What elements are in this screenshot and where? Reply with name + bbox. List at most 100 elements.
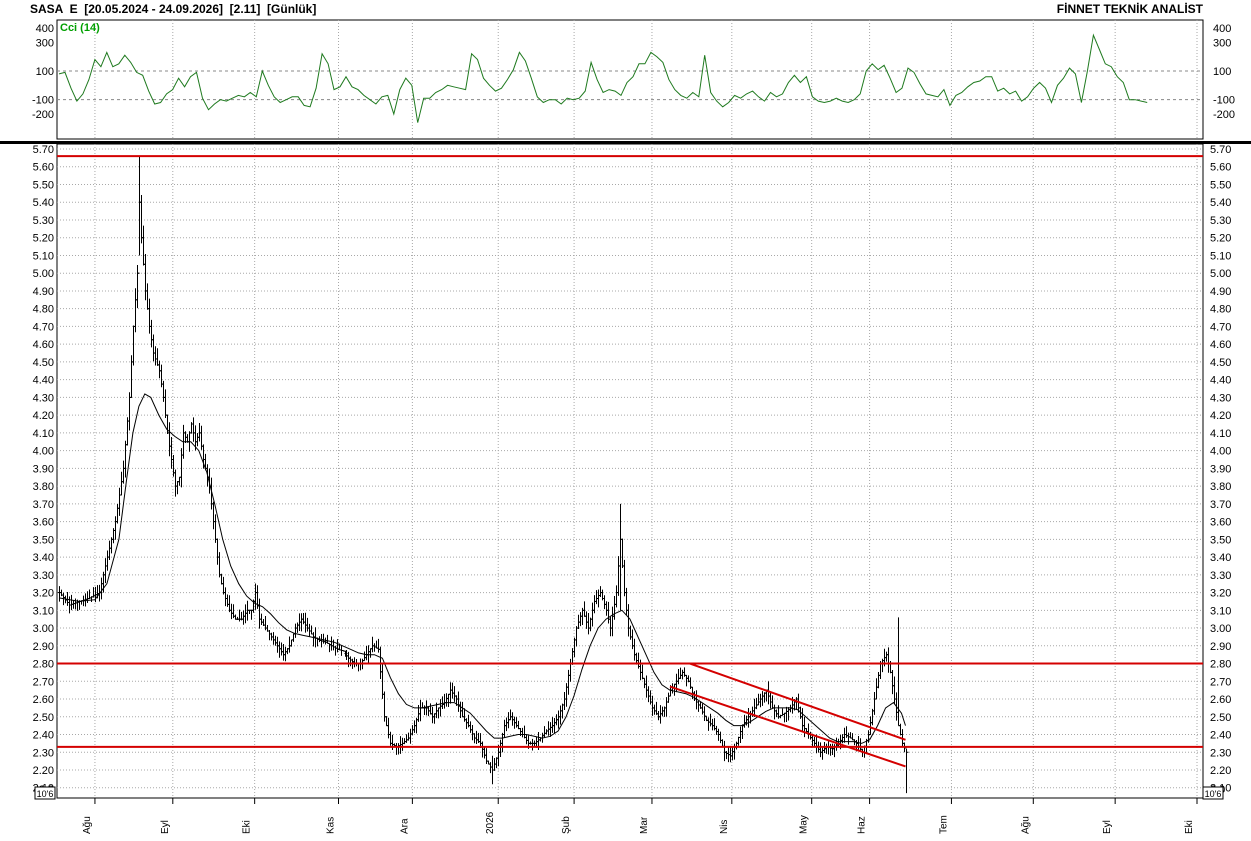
price-tick-label-right: 4.70: [1210, 321, 1231, 333]
trend-channel-line: [689, 662, 906, 741]
price-tick-label-right: 5.10: [1210, 250, 1231, 262]
price-tick-label-left: 2.40: [33, 730, 54, 742]
price-tick-label-left: 5.10: [33, 250, 54, 262]
price-tick-label-right: 3.90: [1210, 463, 1231, 475]
price-tick-label-left: 3.50: [33, 534, 54, 546]
price-tick-label-left: 5.40: [33, 197, 54, 209]
price-tick-label-right: 3.60: [1210, 517, 1231, 529]
price-tick-label-right: 5.70: [1210, 144, 1231, 156]
provider-name: FİNNET TEKNİK ANALİST: [1056, 2, 1203, 16]
cci-line: [58, 33, 1148, 123]
cci-tick-label-left: -200: [32, 109, 54, 121]
price-tick-label-left: 5.60: [33, 162, 54, 174]
x-tick-label: Ağu: [1020, 816, 1031, 834]
x-tick-label: Eyl: [1102, 820, 1113, 834]
price-tick-label-right: 5.50: [1210, 179, 1231, 191]
price-tick-label-right: 5.60: [1210, 162, 1231, 174]
price-tick-label-right: 3.40: [1210, 552, 1231, 564]
cci-tick-label-right: 400: [1213, 23, 1231, 35]
price-tick-label-right: 2.60: [1210, 694, 1231, 706]
price-tick-label-right: 3.10: [1210, 605, 1231, 617]
price-tick-label-right: 4.50: [1210, 357, 1231, 369]
price-tick-label-right: 4.40: [1210, 375, 1231, 387]
cci-tick-label-left: 400: [36, 23, 54, 35]
cci-tick-label-right: -200: [1213, 109, 1235, 121]
price-frame: [56, 143, 1204, 799]
price-tick-label-left: 4.00: [33, 446, 54, 458]
cci-ticks-right: 400 300 100 -100 -200: [1213, 23, 1235, 121]
price-tick-label-left: 2.80: [33, 659, 54, 671]
x-tick-label: Eki: [242, 820, 253, 834]
price-tick-label-right: 5.40: [1210, 197, 1231, 209]
price-tick-label-left: 4.10: [33, 428, 54, 440]
moving-average-line: [58, 393, 906, 744]
price-tick-label-left: 3.60: [33, 517, 54, 529]
price-tick-label-left: 3.20: [33, 588, 54, 600]
price-tick-label-right: 4.20: [1210, 410, 1231, 422]
price-tick-label-right: 3.30: [1210, 570, 1231, 582]
price-panel: 5.70 5.60 5.50 5.40 5.30 5.20 5.10 5.00 4.90 4.80…: [33, 143, 1231, 834]
price-tick-label-right: 4.30: [1210, 392, 1231, 404]
price-tick-label-left: 4.20: [33, 410, 54, 422]
price-tick-label-left: 3.10: [33, 605, 54, 617]
price-horizontal-grid: [57, 148, 1203, 789]
price-tick-label-left: 2.30: [33, 747, 54, 759]
cci-ticks-left: 400 300 100 -100 -200: [32, 23, 54, 121]
price-tick-label-left: 3.90: [33, 463, 54, 475]
cci-tick-label-left: 300: [36, 37, 54, 49]
cci-panel: 400 300 100 -100 -200 400 300 100 -100 -200 Cci …: [32, 19, 1235, 140]
price-tick-label-right: 5.20: [1210, 233, 1231, 245]
price-tick-label-right: 4.90: [1210, 286, 1231, 298]
corner-tags: 10'6 10'6: [34, 786, 1224, 800]
price-tick-label-right: 3.80: [1210, 481, 1231, 493]
x-tick-label: Mar: [639, 816, 650, 834]
price-ticks-left: 5.70 5.60 5.50 5.40 5.30 5.20 5.10 5.00 4.90 4.80…: [33, 144, 54, 796]
price-tick-label-left: 3.00: [33, 623, 54, 635]
cci-tick-label-right: 300: [1213, 37, 1231, 49]
cci-tick-label-right: 100: [1213, 66, 1231, 78]
corner-tag-label: 10'6: [37, 789, 54, 799]
price-tick-label-left: 4.90: [33, 286, 54, 298]
price-tick-label-left: 2.70: [33, 676, 54, 688]
price-tick-label-right: 3.50: [1210, 534, 1231, 546]
price-tick-label-left: 5.30: [33, 215, 54, 227]
x-tick-label: May: [799, 815, 810, 834]
price-tick-label-right: 2.90: [1210, 641, 1231, 653]
x-tick-label: Haz: [857, 816, 868, 834]
price-tick-label-right: 4.00: [1210, 446, 1231, 458]
horizontal-levels: [57, 155, 1203, 748]
price-tick-label-left: 4.60: [33, 339, 54, 351]
price-tick-label-left: 4.30: [33, 392, 54, 404]
price-tick-label-left: 3.40: [33, 552, 54, 564]
price-tick-label-right: 2.50: [1210, 712, 1231, 724]
chart-canvas: 400 300 100 -100 -200 400 300 100 -100 -200 Cci …: [0, 19, 1251, 834]
price-vertical-grid: [94, 144, 1198, 798]
x-tick-label: 2026: [485, 811, 496, 834]
x-tick-label: Ara: [399, 818, 410, 834]
x-tick-label: Nis: [719, 820, 730, 834]
price-tick-label-left: 4.40: [33, 375, 54, 387]
corner-tag-label: 10'6: [1205, 789, 1222, 799]
price-tick-label-left: 5.20: [33, 233, 54, 245]
price-tick-label-left: 5.50: [33, 179, 54, 191]
trend-channel: [669, 662, 906, 768]
price-tick-label-left: 2.60: [33, 694, 54, 706]
cci-tick-label-right: -100: [1213, 95, 1235, 107]
price-tick-label-left: 4.50: [33, 357, 54, 369]
price-tick-label-right: 4.10: [1210, 428, 1231, 440]
price-tick-label-left: 3.70: [33, 499, 54, 511]
price-tick-label-left: 4.70: [33, 321, 54, 333]
price-tick-label-right: 3.20: [1210, 588, 1231, 600]
price-tick-label-left: 5.70: [33, 144, 54, 156]
price-bars: [57, 156, 909, 794]
x-tick-label: Eyl: [160, 820, 171, 834]
price-tick-label-right: 5.00: [1210, 268, 1231, 280]
x-tick-label: Kas: [326, 817, 337, 834]
cci-reference-lines: [57, 70, 1203, 101]
x-axis: Ağu Eyl Eki Kas Ara 2026 Şub Mar Nis May Haz Tem Ağu…: [82, 798, 1198, 834]
price-tick-label-right: 4.60: [1210, 339, 1231, 351]
x-tick-label: Ağu: [82, 816, 93, 834]
price-tick-label-left: 2.90: [33, 641, 54, 653]
price-tick-label-right: 2.40: [1210, 730, 1231, 742]
x-tick-label: Eki: [1184, 820, 1195, 834]
